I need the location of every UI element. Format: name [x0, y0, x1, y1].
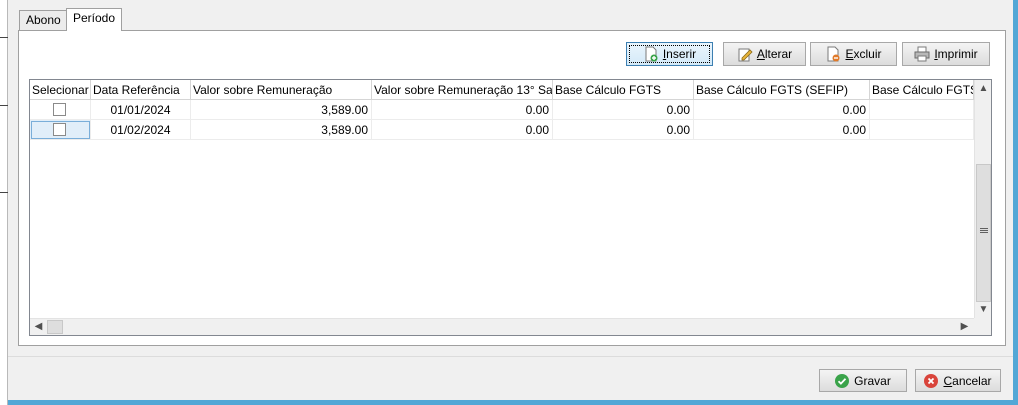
base-fgts-cell: 0.00 — [553, 100, 694, 120]
base-fgts-sefip-cell: 0.00 — [694, 120, 870, 140]
grid-body: 01/01/2024 3,589.00 0.00 0.00 0.00 01/02… — [30, 100, 974, 140]
grip-line — [980, 230, 988, 231]
base-fgts-sefip-cell: 0.00 — [694, 100, 870, 120]
edge-mark — [0, 192, 8, 193]
horizontal-scroll-thumb[interactable] — [47, 320, 63, 334]
base-fgts-extra-cell — [870, 120, 974, 140]
column-header-valor-remuneracao[interactable]: Valor sobre Remuneração — [191, 80, 372, 100]
base-fgts-cell: 0.00 — [553, 120, 694, 140]
insert-document-icon — [643, 46, 659, 62]
valor-13-sal-cell: 0.00 — [372, 120, 553, 140]
edit-pencil-icon — [737, 46, 753, 62]
periodo-tab-panel: Inserir Alterar Excluir Imprimir Selecio… — [18, 30, 1006, 346]
alterar-label: Alterar — [756, 47, 793, 61]
inserir-button[interactable]: Inserir — [626, 42, 713, 66]
scrollbar-corner — [974, 318, 991, 335]
data-referencia-cell: 01/01/2024 — [91, 100, 191, 120]
scroll-down-icon[interactable]: ▼ — [976, 302, 991, 317]
select-cell[interactable] — [30, 100, 91, 120]
select-checkbox[interactable] — [53, 123, 66, 136]
horizontal-scrollbar[interactable]: ◀ ▶ — [30, 318, 974, 335]
excluir-button[interactable]: Excluir — [810, 42, 897, 66]
periodo-grid: Selecionar Data Referência Valor sobre R… — [29, 79, 992, 336]
vertical-scroll-thumb[interactable] — [976, 164, 991, 302]
column-header-valor-13-sal[interactable]: Valor sobre Remuneração 13° Sal. — [372, 80, 553, 100]
grip-line — [980, 232, 988, 233]
valor-13-sal-cell: 0.00 — [372, 100, 553, 120]
edge-mark — [0, 105, 8, 106]
column-header-selecionar[interactable]: Selecionar — [30, 80, 91, 100]
cancelar-label: Cancelar — [943, 373, 992, 388]
table-row[interactable]: 01/01/2024 3,589.00 0.00 0.00 0.00 — [30, 100, 974, 120]
table-row[interactable]: 01/02/2024 3,589.00 0.00 0.00 0.00 — [30, 120, 974, 140]
excluir-label: Excluir — [845, 47, 882, 61]
imprimir-button[interactable]: Imprimir — [902, 42, 990, 66]
base-fgts-extra-cell — [870, 100, 974, 120]
scroll-left-icon[interactable]: ◀ — [31, 319, 46, 334]
column-header-data-referencia[interactable]: Data Referência — [91, 80, 191, 100]
cancel-circle-icon — [924, 373, 939, 388]
printer-icon — [914, 46, 930, 62]
scroll-right-icon[interactable]: ▶ — [957, 319, 972, 334]
background-window-edge — [0, 0, 8, 405]
cancelar-button[interactable]: Cancelar — [915, 369, 1001, 392]
valor-remuneracao-cell: 3,589.00 — [191, 100, 372, 120]
column-header-base-fgts[interactable]: Base Cálculo FGTS — [553, 80, 694, 100]
grip-line — [980, 228, 988, 229]
delete-document-icon — [825, 46, 841, 62]
tab-abono[interactable]: Abono — [19, 10, 69, 31]
data-referencia-cell: 01/02/2024 — [91, 120, 191, 140]
grid-header: Selecionar Data Referência Valor sobre R… — [30, 80, 974, 100]
dialog-window: Abono Período Inserir Alterar Excluir Im… — [8, 0, 1013, 400]
tab-periodo[interactable]: Período — [66, 8, 122, 31]
alterar-button[interactable]: Alterar — [723, 42, 806, 66]
check-circle-icon — [835, 373, 850, 388]
edge-mark — [0, 37, 8, 38]
scroll-up-icon[interactable]: ▲ — [976, 81, 991, 96]
vertical-scrollbar[interactable]: ▲ ▼ — [974, 80, 991, 318]
select-checkbox[interactable] — [53, 103, 66, 116]
inserir-label: Inserir — [662, 47, 697, 61]
select-cell[interactable] — [30, 120, 91, 140]
gravar-button[interactable]: Gravar — [819, 369, 907, 392]
footer-divider — [8, 356, 1013, 357]
column-header-base-fgts-truncated[interactable]: Base Cálculo FGTS ( — [870, 80, 974, 100]
gravar-label: Gravar — [854, 373, 891, 388]
imprimir-label: Imprimir — [934, 47, 978, 61]
valor-remuneracao-cell: 3,589.00 — [191, 120, 372, 140]
column-header-base-fgts-sefip[interactable]: Base Cálculo FGTS (SEFIP) — [694, 80, 870, 100]
